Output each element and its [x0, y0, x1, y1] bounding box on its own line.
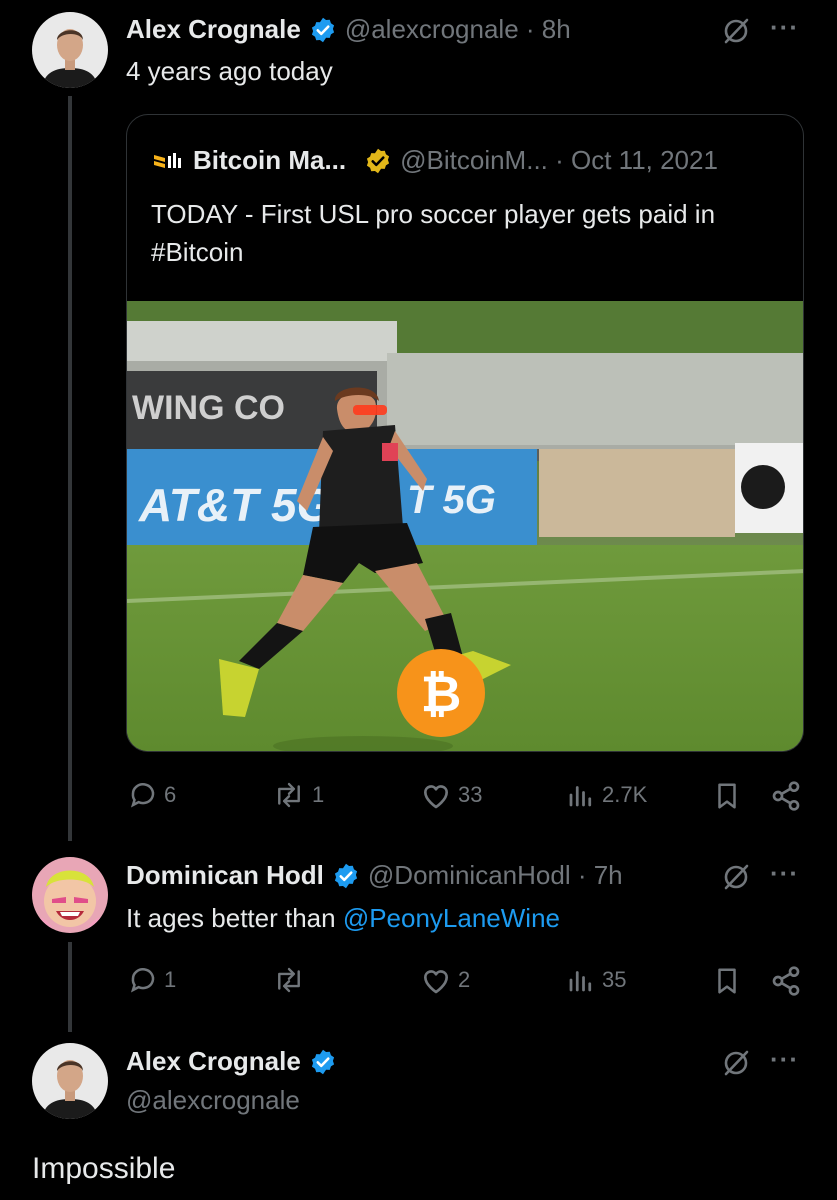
- tweet-text-prefix: It ages better than: [126, 903, 343, 933]
- stand-sign-text: WING CO: [132, 389, 285, 427]
- views-button[interactable]: 2.7K: [566, 780, 647, 810]
- tweet-text: Impossible: [32, 1152, 176, 1185]
- verified-badge-icon: [309, 1048, 337, 1076]
- author-name[interactable]: Dominican Hodl: [126, 860, 324, 891]
- repost-button[interactable]: 1: [272, 780, 324, 810]
- mention-link[interactable]: @PeonyLaneWine: [343, 903, 560, 933]
- handle-time[interactable]: @alexcrognale · 8h: [345, 14, 571, 45]
- like-button[interactable]: 33: [420, 780, 482, 810]
- more-options-button[interactable]: ···: [770, 12, 799, 43]
- reply-count: 1: [164, 967, 177, 992]
- reply-button[interactable]: 6: [128, 780, 176, 810]
- handle-time[interactable]: @DominicanHodl · 7h: [368, 860, 623, 891]
- bookmark-icon[interactable]: [712, 780, 742, 817]
- author-name[interactable]: Alex Crognale: [126, 1046, 301, 1077]
- like-count: 33: [458, 782, 483, 807]
- like-button[interactable]: 2: [420, 965, 470, 995]
- author-handle[interactable]: @alexcrognale: [126, 1085, 300, 1116]
- grok-icon[interactable]: [720, 861, 752, 898]
- views-button[interactable]: 35: [566, 965, 626, 995]
- verified-gold-badge-icon: [364, 147, 392, 175]
- avatar[interactable]: [32, 857, 108, 933]
- bitcoin-icon: ₿: [421, 665, 462, 723]
- share-icon[interactable]: [770, 965, 802, 1002]
- quoted-tweet-text: TODAY - First USL pro soccer player gets…: [151, 199, 716, 267]
- share-icon[interactable]: [770, 780, 802, 817]
- grok-icon[interactable]: [720, 1047, 752, 1084]
- verified-badge-icon: [309, 16, 337, 44]
- reply-count: 6: [164, 782, 177, 807]
- quoted-handle-date[interactable]: @BitcoinM... · Oct 11, 2021: [400, 145, 718, 176]
- author-name[interactable]: Alex Crognale: [126, 14, 301, 45]
- thread-line: [68, 96, 72, 841]
- more-options-button[interactable]: ···: [770, 858, 799, 889]
- reply-button[interactable]: 1: [128, 965, 176, 995]
- tweet-media-image[interactable]: WING CO AT&T 5G T 5G ₿: [127, 301, 803, 751]
- avatar[interactable]: [32, 1043, 108, 1119]
- view-count: 35: [602, 967, 627, 992]
- more-options-button[interactable]: ···: [770, 1044, 799, 1075]
- quoted-author-name[interactable]: Bitcoin Ma...: [193, 145, 346, 176]
- repost-count: 1: [312, 782, 325, 807]
- repost-button[interactable]: [272, 965, 312, 995]
- bookmark-icon[interactable]: [712, 965, 742, 1002]
- verified-badge-icon: [332, 862, 360, 890]
- quoted-tweet[interactable]: Bitcoin Ma... @BitcoinM... · Oct 11, 202…: [126, 114, 804, 752]
- tweet-text: It ages better than @PeonyLaneWine: [126, 903, 560, 934]
- like-count: 2: [458, 967, 471, 992]
- grok-icon[interactable]: [720, 15, 752, 52]
- view-count: 2.7K: [602, 782, 648, 807]
- bitcoin-magazine-logo-icon: [151, 149, 185, 173]
- thread-line: [68, 942, 72, 1032]
- tweet-text: 4 years ago today: [126, 56, 333, 86]
- avatar[interactable]: [32, 12, 108, 88]
